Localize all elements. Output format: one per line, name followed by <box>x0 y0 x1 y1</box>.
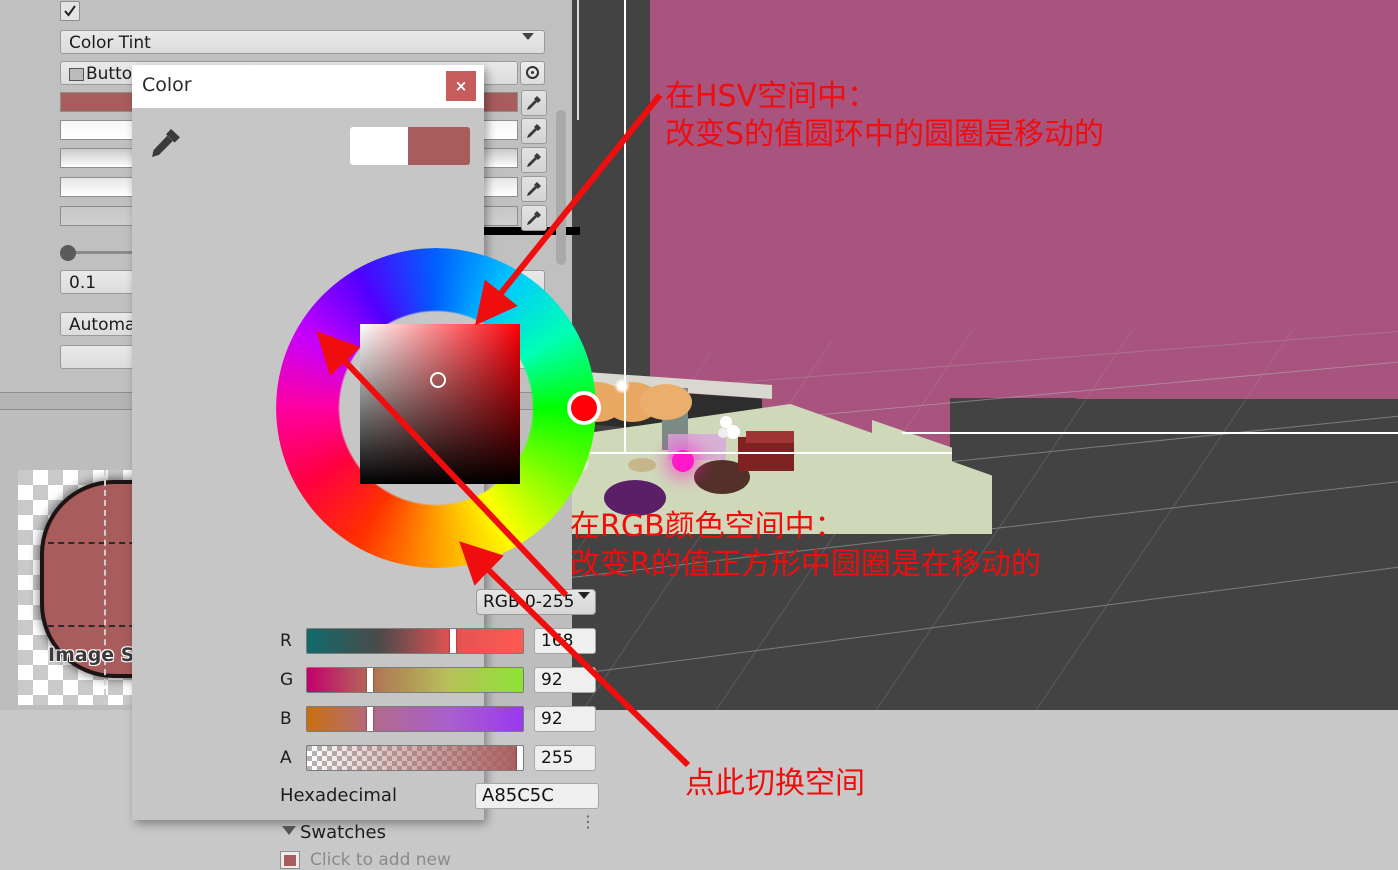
transition-value: Color Tint <box>69 33 151 53</box>
eyedropper-icon <box>152 129 180 157</box>
current-color-swatch[interactable] <box>408 127 470 165</box>
previous-color-swatch[interactable] <box>350 127 408 165</box>
kebab-menu-icon[interactable]: ⋮ <box>580 814 596 830</box>
eyedropper-icon <box>527 96 541 110</box>
scene-gizmo-light[interactable] <box>614 378 630 394</box>
hexadecimal-label: Hexadecimal <box>280 785 397 806</box>
slider-label: B <box>280 709 292 729</box>
slider-track[interactable] <box>306 628 524 654</box>
scene-object-dot-b <box>726 425 740 439</box>
eyedropper-icon <box>527 124 541 138</box>
add-preset-hint: Click to add new preset <box>310 850 451 870</box>
slider-thumb[interactable] <box>367 668 374 692</box>
fade-duration-value: 0.1 <box>69 273 97 293</box>
sv-selector-knob[interactable] <box>430 372 446 388</box>
annotation-rgb: 在RGB颜色空间中： 改变R的值正方形中圆圈是在移动的 <box>570 509 1041 582</box>
eyedropper-button-5[interactable] <box>521 205 547 231</box>
pipette-button[interactable] <box>150 127 184 161</box>
color-picker-dialog[interactable]: Color × RGB 0-255 R 168 G 92 B 92 A 255 … <box>132 65 601 870</box>
swatches-label: Swatches <box>300 822 386 843</box>
slider-row-g[interactable]: G 92 <box>280 667 600 695</box>
color-space-dropdown[interactable]: RGB 0-255 <box>476 589 596 615</box>
scene-selection-line-v2 <box>577 0 579 120</box>
enabled-checkbox[interactable] <box>60 1 80 21</box>
eyedropper-icon <box>527 182 541 196</box>
swatches-foldout-icon[interactable] <box>282 826 296 835</box>
scene-selection-line-h2 <box>902 432 1398 434</box>
slider-track[interactable] <box>306 706 524 732</box>
slider-row-b[interactable]: B 92 <box>280 706 600 734</box>
hsv-color-wheel[interactable] <box>276 248 601 568</box>
eyedropper-icon <box>527 153 541 167</box>
eyedropper-icon <box>527 211 541 225</box>
target-picker-dot <box>531 71 534 74</box>
hue-selector-knob[interactable] <box>567 391 601 425</box>
slider-thumb[interactable] <box>367 707 374 731</box>
add-preset-swatch[interactable] <box>280 851 300 869</box>
chevron-down-icon <box>522 33 534 53</box>
slider-thumb[interactable] <box>516 746 523 770</box>
slider-track[interactable] <box>306 745 524 771</box>
scene-object-tan <box>628 458 656 472</box>
annotation-switch: 点此切换空间 <box>685 766 865 801</box>
dialog-title: Color <box>142 74 192 96</box>
slider-value-field[interactable]: 168 <box>534 628 596 654</box>
slider-value-field[interactable]: 255 <box>534 745 596 771</box>
inspector-scrollbar[interactable] <box>556 110 566 265</box>
slider-label: G <box>280 670 294 690</box>
slider-thumb[interactable] <box>449 629 456 653</box>
chevron-down-icon <box>578 592 590 614</box>
slider-thumb[interactable] <box>60 245 76 261</box>
eyedropper-button-2[interactable] <box>521 118 547 144</box>
eyedropper-button-3[interactable] <box>521 147 547 173</box>
color-space-value: RGB 0-255 <box>483 592 575 612</box>
slider-row-r[interactable]: R 168 <box>280 628 600 656</box>
slider-value-field[interactable]: 92 <box>534 706 596 732</box>
hexadecimal-field[interactable]: A85C5C <box>475 783 599 809</box>
slider-track[interactable] <box>306 667 524 693</box>
eyedropper-button-1[interactable] <box>521 90 547 116</box>
slider-row-a[interactable]: A 255 <box>280 745 600 773</box>
dialog-titlebar[interactable]: Color × <box>132 65 484 108</box>
slider-value-field[interactable]: 92 <box>534 667 596 693</box>
scene-object-dot-c <box>718 428 728 438</box>
annotation-hsv: 在HSV空间中： 改变S的值圆环中的圆圈是移动的 <box>665 79 1105 152</box>
scene-object-sphere-c <box>640 384 692 420</box>
saturation-value-square[interactable] <box>360 324 520 484</box>
checkmark-icon <box>64 5 76 17</box>
target-picker-button[interactable] <box>520 61 545 85</box>
eyedropper-button-4[interactable] <box>521 176 547 202</box>
border-guide-left <box>104 470 106 705</box>
slider-label: A <box>280 748 292 768</box>
close-button[interactable]: × <box>446 71 476 101</box>
image-component-icon <box>69 68 84 81</box>
transition-dropdown[interactable]: Color Tint <box>60 30 545 54</box>
slider-label: R <box>280 631 292 651</box>
swatch-color <box>284 854 296 866</box>
scene-object-box-red-top <box>746 431 794 443</box>
scene-selection-line-h <box>572 452 952 454</box>
